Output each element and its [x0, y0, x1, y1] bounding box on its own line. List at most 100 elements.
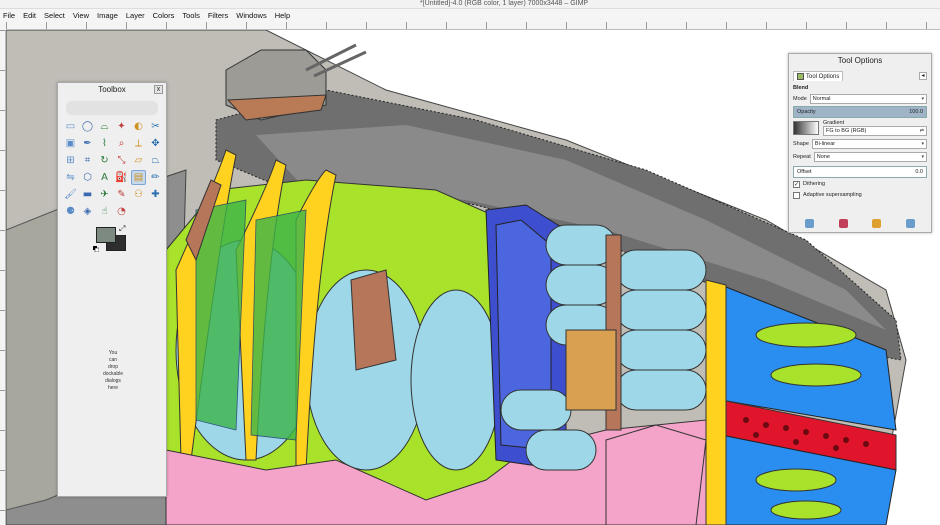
offset-slider[interactable]: Offset 0.0	[793, 166, 927, 178]
gradient-preview[interactable]	[793, 121, 819, 135]
drop-hint-line: You	[108, 350, 118, 356]
tab-label: Tool Options	[806, 73, 840, 80]
reverse-gradient-icon[interactable]: ⇄	[920, 128, 924, 134]
repeat-value: None	[816, 154, 830, 160]
ink-icon[interactable]: ✎	[114, 187, 129, 202]
measure-icon[interactable]: ⟂	[131, 136, 146, 151]
crop-icon[interactable]: ⌗	[80, 153, 95, 168]
shape-select[interactable]: Bi-linear ▾	[811, 139, 927, 149]
save-options-icon[interactable]	[805, 219, 815, 228]
adaptive-supersampling-checkbox[interactable]	[793, 191, 800, 199]
foreground-color-swatch[interactable]	[96, 227, 116, 243]
tool-options-panel: Tool Options Tool Options ◂ Blend Mode N…	[788, 53, 932, 233]
menu-help[interactable]: Help	[274, 11, 291, 20]
smudge-icon[interactable]: ☝	[97, 204, 112, 219]
align-icon[interactable]: ⊞	[63, 153, 78, 168]
drop-hint-line: dialogs	[105, 378, 121, 384]
foreground-select-icon[interactable]: ▣	[63, 136, 78, 151]
move-icon[interactable]: ✥	[148, 136, 163, 151]
toolbox-title: Toolbox	[98, 85, 126, 94]
clone-icon[interactable]: ⚇	[131, 187, 146, 202]
ellipse-select-icon[interactable]: ◯	[80, 119, 95, 134]
mode-label: Mode	[793, 96, 807, 102]
shape-value: Bi-linear	[814, 141, 836, 147]
pencil-icon[interactable]: ✏	[148, 170, 163, 185]
tool-options-title-bar[interactable]: Tool Options	[789, 54, 931, 68]
blur-icon[interactable]: ◈	[80, 204, 95, 219]
menu-image[interactable]: Image	[96, 11, 119, 20]
offset-value: 0.0	[915, 169, 923, 175]
horizontal-ruler[interactable]	[6, 22, 940, 30]
color-select-icon[interactable]: ◐	[131, 119, 146, 134]
toolbox-title-bar[interactable]: Toolbox x	[58, 83, 166, 97]
offset-label: Offset	[797, 169, 812, 175]
mode-value: Normal	[812, 96, 831, 102]
menu-select[interactable]: Select	[43, 11, 66, 20]
swap-colors-icon[interactable]: ⤢	[119, 224, 125, 234]
menu-edit[interactable]: Edit	[22, 11, 37, 20]
scale-icon[interactable]: ⤡	[114, 153, 129, 168]
menu-colors[interactable]: Colors	[152, 11, 176, 20]
reset-options-icon[interactable]	[905, 219, 915, 228]
menu-tools[interactable]: Tools	[181, 11, 201, 20]
rotate-icon[interactable]: ↻	[97, 153, 112, 168]
shear-icon[interactable]: ▱	[131, 153, 146, 168]
chevron-down-icon: ▾	[921, 96, 924, 102]
tab-menu-icon[interactable]: ◂	[919, 72, 927, 80]
toolbox-close-icon[interactable]: x	[154, 85, 163, 94]
mode-select[interactable]: Normal ▾	[809, 94, 927, 104]
menu-windows[interactable]: Windows	[235, 11, 267, 20]
opacity-value: 100.0	[909, 109, 923, 115]
menu-file[interactable]: File	[2, 11, 16, 20]
section-title: Blend	[793, 85, 809, 91]
adaptive-supersampling-label: Adaptive supersampling	[803, 192, 862, 198]
fuzzy-select-icon[interactable]: ✦	[114, 119, 129, 134]
dithering-checkbox[interactable]: ✓	[793, 180, 800, 188]
drop-hint-line: dockable	[102, 371, 123, 377]
cage-icon[interactable]: ⬡	[80, 170, 95, 185]
tool-options-tab[interactable]: Tool Options	[793, 71, 844, 81]
flip-icon[interactable]: ⇋	[63, 170, 78, 185]
eraser-icon[interactable]: ▬	[80, 187, 95, 202]
delete-options-icon[interactable]	[872, 219, 882, 228]
drop-hint-line: can	[108, 357, 118, 363]
menu-bar: File Edit Select View Image Layer Colors…	[0, 9, 940, 22]
rect-select-icon[interactable]: ▭	[63, 119, 78, 134]
airbrush-icon[interactable]: ✈	[97, 187, 112, 202]
blend-tool-icon	[797, 73, 804, 80]
drop-hint-line: drop	[107, 364, 118, 370]
perspective-clone-icon[interactable]: ⚈	[63, 204, 78, 219]
blend-icon[interactable]: ▤	[131, 170, 146, 185]
gradient-value: FG to BG (RGB)	[826, 128, 867, 134]
tool-options-footer	[793, 219, 927, 228]
window-title: *[Untitled]-4.0 (RGB color, 1 layer) 700…	[420, 0, 589, 7]
dodge-burn-icon[interactable]: ◔	[114, 204, 129, 219]
text-icon[interactable]: A	[97, 170, 112, 185]
repeat-select[interactable]: None ▾	[813, 152, 927, 162]
bucket-fill-icon[interactable]: ⛽	[114, 170, 129, 185]
opacity-label: Opacity	[797, 109, 816, 115]
free-select-icon[interactable]: ⌓	[97, 119, 112, 134]
menu-view[interactable]: View	[72, 11, 90, 20]
opacity-slider[interactable]: Opacity 100.0	[793, 106, 927, 118]
zoom-icon[interactable]: ⌕	[114, 136, 129, 151]
reset-colors-icon[interactable]	[93, 245, 100, 253]
shape-label: Shape	[793, 141, 809, 147]
restore-options-icon[interactable]	[838, 219, 848, 228]
chevron-down-icon: ▾	[921, 154, 924, 160]
perspective-icon[interactable]: ⏢	[148, 153, 163, 168]
color-picker-icon[interactable]: ⌇	[97, 136, 112, 151]
drop-hint: You can drop dockable dialogs here	[58, 350, 168, 392]
menu-layer[interactable]: Layer	[125, 11, 146, 20]
gradient-select[interactable]: FG to BG (RGB) ⇄	[823, 126, 927, 136]
paintbrush-icon[interactable]: 🖌	[63, 187, 78, 202]
heal-icon[interactable]: ✚	[148, 187, 163, 202]
wilber-drop-area[interactable]	[66, 101, 158, 115]
title-bar: *[Untitled]-4.0 (RGB color, 1 layer) 700…	[0, 0, 940, 9]
menu-filters[interactable]: Filters	[207, 11, 229, 20]
tool-grid: ▭ ◯ ⌓ ✦ ◐ ✂ ▣ ✒ ⌇ ⌕ ⟂ ✥ ⊞ ⌗ ↻ ⤡ ▱ ⏢ ⇋ ⬡ A ⛽ ▤ ✏ 🖌 ▬ ✈ ✎ ⚇ ✚ ⚈ ◈ ☝ ◔	[58, 119, 166, 219]
scissors-icon[interactable]: ✂	[148, 119, 163, 134]
chevron-down-icon: ▾	[921, 141, 924, 147]
paths-icon[interactable]: ✒	[80, 136, 95, 151]
drop-hint-line: here	[107, 385, 118, 391]
